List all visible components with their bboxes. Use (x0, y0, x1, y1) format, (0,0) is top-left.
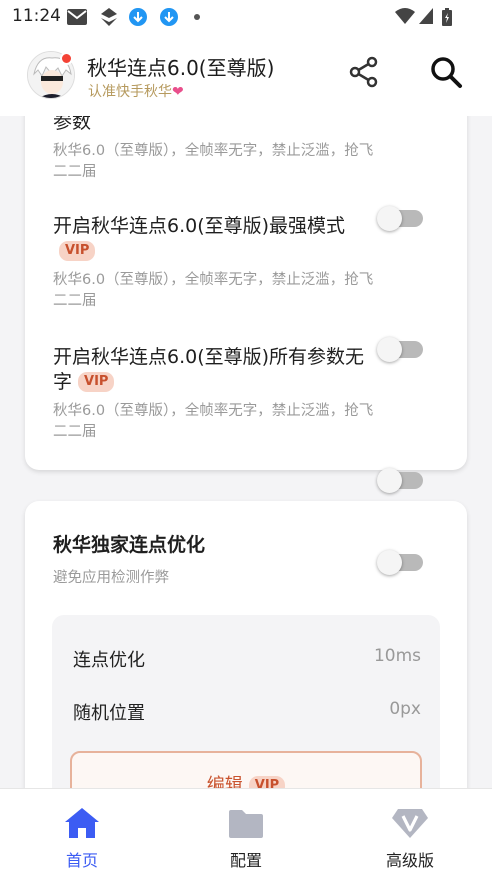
param-value: 10ms (373, 646, 421, 666)
more-dot-icon (194, 14, 200, 20)
nav-label-home: 首页 (65, 851, 98, 870)
optimize-title: 秋华独家连点优化 (53, 534, 206, 556)
setting-description: 秋华6.0（至尊版），全帧率无字，禁止泛滥，抢飞二二届 (53, 403, 374, 440)
setting-title: 开启秋华连点6.0(至尊版)最强模式VIP (53, 214, 383, 264)
edit-button[interactable]: 编辑 VIP (70, 751, 422, 788)
param-row-click-optimize[interactable]: 连点优化 10ms (73, 646, 421, 672)
app-title: 秋华连点6.0(至尊版) (87, 56, 275, 80)
search-icon (431, 57, 462, 88)
share-icon (349, 56, 378, 88)
nav-label-config: 配置 (229, 851, 262, 870)
wifi-icon (395, 8, 415, 24)
toggle-thumb (377, 468, 402, 493)
setting-item-strongest-mode: 开启秋华连点6.0(至尊版)最强模式VIP 秋华6.0（至尊版），全帧率无字，禁… (53, 214, 383, 312)
setting-toggle-strongest-mode[interactable] (377, 337, 423, 362)
vip-diamond-icon (392, 809, 428, 838)
param-row-random-position[interactable]: 随机位置 0px (73, 699, 421, 725)
edit-label: 编辑 (206, 775, 243, 788)
signal-icon (419, 8, 433, 24)
setting-description: 秋华6.0（至尊版），全帧率无字，禁止泛滥，抢飞二二届 (53, 143, 374, 180)
setting-toggle-all-params[interactable] (377, 468, 423, 493)
bottom-navigation: 首页 配置 高级版 (0, 788, 492, 875)
setting-description: 秋华6.0（至尊版），全帧率无字，禁止泛滥，抢飞二二届 (53, 272, 374, 309)
optimize-card: 秋华独家连点优化 避免应用检测作弊 连点优化 10ms 随机位置 0px 编辑 V… (25, 501, 467, 788)
setting-title: 开启秋华连点6.0(至尊版)所有参数无字 VIP (53, 346, 365, 393)
folder-icon (229, 810, 263, 838)
optimize-description: 避免应用检测作弊 (53, 570, 169, 586)
param-label: 连点优化 (73, 650, 145, 671)
optimize-header: 秋华独家连点优化 避免应用检测作弊 (53, 533, 383, 589)
download-icon (129, 8, 147, 26)
nav-label-premium: 高级版 (385, 851, 434, 870)
vip-badge: VIP (59, 241, 96, 261)
download-icon-2 (160, 8, 178, 26)
app-notification-icon (101, 8, 117, 26)
vip-badge: VIP (248, 776, 286, 788)
search-button[interactable] (428, 54, 464, 90)
setting-title: 参数 (53, 116, 92, 133)
app-header: 秋华连点6.0(至尊版) 认准快手秋华❤ (0, 34, 492, 116)
setting-item-all-params: 开启秋华连点6.0(至尊版)所有参数无字 VIP 秋华6.0（至尊版），全帧率无字… (53, 345, 383, 443)
optimize-toggle[interactable] (377, 550, 423, 575)
nav-item-home[interactable]: 首页 (27, 789, 137, 875)
vip-badge: VIP (78, 372, 115, 392)
optimize-params-panel: 连点优化 10ms 随机位置 0px 编辑 VIP (52, 615, 440, 788)
param-value: 0px (389, 699, 421, 719)
status-time: 11:24 (12, 6, 61, 26)
param-label: 随机位置 (73, 703, 145, 724)
settings-card: 参数 秋华6.0（至尊版），全帧率无字，禁止泛滥，抢飞二二届 开启秋华连点6.0… (25, 116, 467, 493)
app-subtitle-text: 认准快手秋华 (88, 84, 172, 100)
toggle-thumb (377, 550, 402, 575)
setting-toggle-params[interactable] (377, 206, 423, 231)
nav-item-config[interactable]: 配置 (191, 789, 301, 875)
battery-icon (442, 8, 452, 26)
heart-icon: ❤ (172, 84, 184, 100)
gmail-icon (67, 9, 87, 25)
main-content[interactable]: 参数 秋华6.0（至尊版），全帧率无字，禁止泛滥，抢飞二二届 开启秋华连点6.0… (0, 116, 492, 788)
nav-item-premium[interactable]: 高级版 (355, 789, 465, 875)
home-icon (65, 808, 99, 838)
share-button[interactable] (346, 54, 382, 90)
app-subtitle: 认准快手秋华❤ (88, 81, 184, 101)
status-bar: 11:24 (0, 0, 492, 34)
notification-dot (60, 52, 73, 65)
setting-item-params: 参数 秋华6.0（至尊版），全帧率无字，禁止泛滥，抢飞二二届 (53, 116, 383, 183)
